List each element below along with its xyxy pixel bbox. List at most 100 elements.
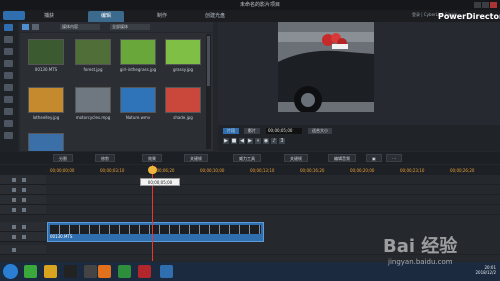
library-item-thumbnail[interactable] <box>28 39 64 65</box>
volume-icon[interactable]: ♪ <box>271 138 277 144</box>
library-item-name: motorcycles.mpg <box>75 115 111 120</box>
timecode-tooltip: 00;00;05;00 <box>140 178 180 186</box>
plugin-icon[interactable] <box>32 24 39 30</box>
track-header[interactable] <box>0 245 46 255</box>
timeline-clip[interactable]: 00130.MTS <box>47 222 264 242</box>
lock-icon[interactable] <box>12 178 16 182</box>
library-item-name: 00130.MTS <box>34 67 58 72</box>
voice-over-icon[interactable] <box>4 108 13 115</box>
close-icon[interactable] <box>490 2 497 8</box>
library-scrollbar[interactable] <box>206 34 211 149</box>
track-header[interactable] <box>0 195 46 205</box>
media-type-dropdown[interactable]: 全部媒体 <box>110 24 150 30</box>
media-filter-dropdown[interactable]: 媒体内容 <box>60 24 100 30</box>
visible-icon[interactable] <box>22 225 26 229</box>
power-tools-button[interactable]: 威力工具 <box>233 154 261 162</box>
more-icon[interactable]: ⋯ <box>386 154 402 162</box>
media-room-icon[interactable] <box>4 24 13 31</box>
split-button[interactable]: 分割 <box>53 154 73 162</box>
visible-icon[interactable] <box>22 188 26 192</box>
track-lane[interactable] <box>46 205 500 215</box>
library-toolbar: 媒体内容 全部媒体 <box>20 22 213 32</box>
start-button[interactable] <box>3 264 18 279</box>
track-lane[interactable] <box>46 185 500 195</box>
minimize-icon[interactable] <box>474 2 481 8</box>
tab-edit[interactable]: 编辑 <box>88 11 124 22</box>
title-room-icon[interactable] <box>4 72 13 79</box>
library-item-thumbnail[interactable] <box>28 87 64 113</box>
library-item-thumbnail[interactable] <box>120 87 156 113</box>
library-item-thumbnail[interactable] <box>165 87 201 113</box>
track-header[interactable] <box>0 205 46 215</box>
tab-create-disc[interactable]: 创建光盘 <box>205 12 225 19</box>
visible-icon[interactable] <box>22 198 26 202</box>
import-icon[interactable] <box>22 24 29 30</box>
lock-icon[interactable] <box>12 208 16 212</box>
library-item-thumbnail[interactable] <box>75 39 111 65</box>
keyframe-button[interactable]: 关键帧 <box>184 154 208 162</box>
track-lane[interactable] <box>46 175 500 185</box>
zoom-dropdown[interactable]: 适合大小 <box>308 128 332 134</box>
effects-button[interactable]: 效果 <box>142 154 162 162</box>
recorder-icon[interactable] <box>138 265 151 278</box>
track-lane[interactable] <box>46 195 500 205</box>
explorer-icon[interactable] <box>44 265 57 278</box>
media-library: 00130.MTS forest.jpg girl-inthegrass.jpg… <box>20 33 213 151</box>
trim-button[interactable]: 修剪 <box>95 154 115 162</box>
title-bar: 未命名的影片项目 <box>0 0 500 10</box>
preview-controls: 片段 影片 00;00;05;00 适合大小 ▶ ■ ◀ ▶ » ◉ ♪ 3 <box>218 125 500 151</box>
qq-icon[interactable] <box>64 265 77 278</box>
keyframe-alt-button[interactable]: 关键帧 <box>284 154 308 162</box>
tab-produce[interactable]: 制作 <box>157 12 167 19</box>
particle-room-icon[interactable] <box>4 60 13 67</box>
app-icon[interactable] <box>84 265 97 278</box>
edit-audio-button[interactable]: 编辑音频 <box>328 154 356 162</box>
library-item-thumbnail[interactable] <box>165 39 201 65</box>
fix-enhance-icon[interactable]: ▣ <box>366 154 382 162</box>
baidu-watermark-url: jingyan.baidu.com <box>388 258 453 266</box>
video-track-header[interactable] <box>0 222 46 232</box>
timeline-ruler[interactable]: 00;00;00;00 00;00;03;10 00;00;06;20 00;0… <box>0 165 500 175</box>
3d-icon[interactable]: 3 <box>279 138 285 144</box>
library-item-thumbnail[interactable] <box>75 87 111 113</box>
app-icon[interactable] <box>24 265 37 278</box>
track-header[interactable] <box>0 185 46 195</box>
playhead-handle[interactable] <box>148 166 157 174</box>
movie-mode-button[interactable]: 影片 <box>244 128 260 134</box>
lock-icon[interactable] <box>12 248 16 252</box>
play-icon[interactable]: ▶ <box>223 138 229 144</box>
audio-mixing-icon[interactable] <box>4 96 13 103</box>
chapter-room-icon[interactable] <box>4 120 13 127</box>
lock-icon[interactable] <box>12 235 16 239</box>
library-item-thumbnail[interactable] <box>120 39 156 65</box>
tab-capture[interactable]: 捕获 <box>44 12 54 19</box>
next-frame-icon[interactable]: ▶ <box>247 138 253 144</box>
firefox-icon[interactable] <box>98 265 111 278</box>
ruler-tick: 00;00;23;10 <box>400 168 425 173</box>
lock-icon[interactable] <box>12 198 16 202</box>
audio-track-header[interactable] <box>0 232 46 242</box>
baidu-watermark: Bai 经验 <box>383 236 458 257</box>
powerdirector-taskbar-icon[interactable] <box>160 265 173 278</box>
snapshot-icon[interactable]: ◉ <box>263 138 269 144</box>
visible-icon[interactable] <box>22 208 26 212</box>
maximize-icon[interactable] <box>482 2 489 8</box>
prev-frame-icon[interactable]: ◀ <box>239 138 245 144</box>
track-header[interactable] <box>0 175 46 185</box>
pip-room-icon[interactable] <box>4 48 13 55</box>
lock-icon[interactable] <box>12 188 16 192</box>
preview-canvas[interactable] <box>278 22 374 112</box>
clip-mode-button[interactable]: 片段 <box>223 128 239 134</box>
stop-icon[interactable]: ■ <box>231 138 237 144</box>
media-icon[interactable] <box>118 265 131 278</box>
effect-room-icon[interactable] <box>4 36 13 43</box>
transition-room-icon[interactable] <box>4 84 13 91</box>
library-item-thumbnail[interactable] <box>28 133 64 151</box>
scrollbar-knob[interactable] <box>207 36 210 86</box>
visible-icon[interactable] <box>22 178 26 182</box>
subtitle-room-icon[interactable] <box>4 132 13 139</box>
audio-icon[interactable] <box>22 235 26 239</box>
timecode-display[interactable]: 00;00;05;00 <box>266 128 302 134</box>
fast-forward-icon[interactable]: » <box>255 138 261 144</box>
lock-icon[interactable] <box>12 225 16 229</box>
